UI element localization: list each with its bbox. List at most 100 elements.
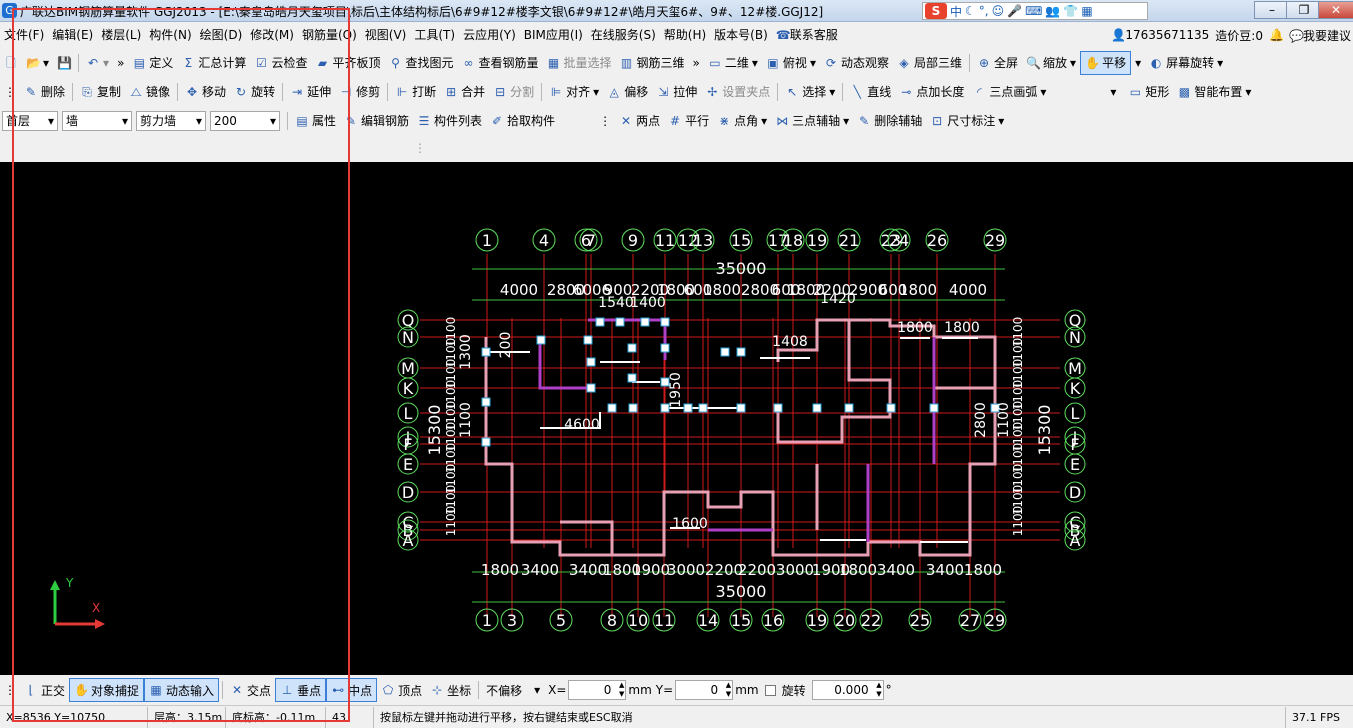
more-chevron-2[interactable]: »	[689, 51, 704, 75]
vertex-toggle[interactable]: ⬠ 顶点	[377, 678, 426, 702]
user-icon[interactable]: 👥	[1045, 4, 1060, 18]
menu-rebar-qty[interactable]: 钢筋量(Q)	[298, 22, 361, 48]
dim-dropdown[interactable]: ⊡ 尺寸标注 ▾	[926, 109, 1008, 133]
keyboard-icon[interactable]: ⌨	[1025, 4, 1042, 18]
view-rebar-button[interactable]: ∞ 查看钢筋量	[457, 51, 542, 75]
menu-tools[interactable]: 工具(T)	[410, 22, 459, 48]
offset-mode-select[interactable]: 不偏移 ▾	[482, 680, 545, 700]
rebar-3d-button[interactable]: ▥ 钢筋三维	[616, 51, 689, 75]
fullscreen-button[interactable]: ⊕ 全屏	[973, 51, 1022, 75]
mid-toggle[interactable]: ⊷ 中点	[326, 678, 378, 702]
ortho-toggle[interactable]: ⌊ 正交	[20, 678, 69, 702]
rect-button[interactable]: ▭ 矩形	[1124, 80, 1173, 104]
line-button[interactable]: ╲ 直线	[846, 80, 895, 104]
maximize-button[interactable]: ❐	[1286, 1, 1322, 19]
shape-select[interactable]: ▾	[1050, 81, 1121, 102]
spin-icon[interactable]: ▲ ▼	[726, 681, 731, 699]
floor-select[interactable]: 首层 ▾	[2, 110, 58, 131]
save-button[interactable]: 💾	[53, 51, 75, 75]
orbit-button[interactable]: ⟳ 动态观察	[820, 51, 893, 75]
rotate-screen-dropdown[interactable]: ◐ 屏幕旋转 ▾	[1145, 51, 1227, 75]
rotate-input[interactable]: 0.000 ▲ ▼	[811, 680, 884, 700]
batch-select-button[interactable]: ▦ 批量选择	[543, 51, 616, 75]
move-button[interactable]: ✥ 移动	[181, 80, 230, 104]
break-button[interactable]: ⊩ 打断	[391, 80, 440, 104]
menu-draw[interactable]: 绘图(D)	[196, 22, 247, 48]
y-input[interactable]: 0 ▲ ▼	[675, 680, 734, 700]
punct-icon[interactable]: °,	[979, 4, 989, 18]
menu-view[interactable]: 视图(V)	[361, 22, 411, 48]
suggest-link[interactable]: 💬我要建议	[1289, 27, 1351, 44]
flat-slab-button[interactable]: ▰ 平齐板顶	[311, 51, 384, 75]
floor-plan-svg[interactable]: 1 4 67 9 11 1213 15 1718 19 21 2324 26 291 3 5 8 10 11 14 1…	[0, 162, 1353, 675]
select-dropdown[interactable]: ↖ 选择 ▾	[781, 80, 839, 104]
offset-button[interactable]: ◬ 偏移	[603, 80, 652, 104]
point-angle-dropdown[interactable]: ⋇ 点角 ▾	[713, 109, 771, 133]
menu-component[interactable]: 构件(N)	[145, 22, 195, 48]
set-grip-button[interactable]: ✢ 设置夹点	[701, 80, 774, 104]
type-select[interactable]: 剪力墙 ▾	[136, 110, 206, 131]
cloud-check-button[interactable]: ☑ 云检查	[250, 51, 311, 75]
code-select[interactable]: 200 ▾	[210, 110, 280, 131]
find-element-button[interactable]: ⚲ 查找图元	[384, 51, 457, 75]
menu-edit[interactable]: 编辑(E)	[48, 22, 97, 48]
pan-dropdown[interactable]: ▾	[1131, 51, 1145, 75]
arc3-dropdown[interactable]: ◜ 三点画弧 ▾	[968, 80, 1050, 104]
user-account[interactable]: 👤17635671135	[1111, 28, 1209, 42]
zoom-dropdown[interactable]: 🔍 缩放 ▾	[1022, 51, 1080, 75]
trim-button[interactable]: ⊣ 修剪	[335, 80, 384, 104]
coord-toggle[interactable]: ⊹ 坐标	[426, 678, 475, 702]
mirror-button[interactable]: ⧍ 镜像	[125, 80, 174, 104]
moon-icon[interactable]: ☾	[965, 4, 976, 18]
calc-button[interactable]: Σ 汇总计算	[177, 51, 250, 75]
menu-bim[interactable]: BIM应用(I)	[520, 22, 587, 48]
new-file-button[interactable]: 🗋	[0, 51, 22, 75]
extend-button[interactable]: ⇥ 延伸	[286, 80, 335, 104]
split-button[interactable]: ⊟ 分割	[489, 80, 538, 104]
x-input[interactable]: 0 ▲ ▼	[568, 680, 627, 700]
stretch-button[interactable]: ⇲ 拉伸	[652, 80, 701, 104]
props-button[interactable]: ▤ 属性	[291, 109, 340, 133]
menu-cloud[interactable]: 云应用(Y)	[459, 22, 520, 48]
shirt-icon[interactable]: 👕	[1063, 4, 1078, 18]
menu-online[interactable]: 在线服务(S)	[587, 22, 660, 48]
merge-button[interactable]: ⊞ 合并	[440, 80, 489, 104]
smart-layout-dropdown[interactable]: ▩ 智能布置 ▾	[1173, 80, 1255, 104]
align-dropdown[interactable]: ⊫ 对齐 ▾	[545, 80, 603, 104]
open-file-button[interactable]: 📂 ▾	[22, 51, 53, 75]
perp-toggle[interactable]: ⊥ 垂点	[275, 678, 327, 702]
menu-support[interactable]: ☎联系客服	[772, 22, 842, 48]
pan-button[interactable]: ✋ 平移	[1080, 50, 1132, 75]
delete-button[interactable]: ✎ 删除	[20, 80, 69, 104]
top-view-dropdown[interactable]: ▣ 俯视 ▾	[762, 51, 820, 75]
pick-button[interactable]: ✐ 拾取构件	[486, 109, 559, 133]
spin-icon[interactable]: ▲ ▼	[876, 681, 881, 699]
emoji-icon[interactable]: ☺	[992, 4, 1005, 18]
close-button[interactable]: ✕	[1318, 1, 1353, 19]
menu-modify[interactable]: 修改(M)	[246, 22, 298, 48]
parallel-button[interactable]: # 平行	[664, 109, 713, 133]
copy-button[interactable]: ⎘ 复制	[76, 80, 125, 104]
snap-toggle[interactable]: ✋ 对象捕捉	[69, 678, 145, 702]
sogou-logo-icon[interactable]: S	[925, 3, 947, 19]
define-button[interactable]: ▤ 定义	[128, 51, 177, 75]
rotate-checkbox[interactable]	[764, 684, 776, 696]
del-aux-button[interactable]: ✎ 删除辅轴	[853, 109, 926, 133]
two-point-button[interactable]: ✕ 两点	[615, 109, 664, 133]
undo-button[interactable]: ↶ ▾	[82, 51, 113, 75]
view-2d-dropdown[interactable]: ▭ 二维 ▾	[704, 51, 762, 75]
bell-icon[interactable]: 🔔	[1269, 28, 1284, 42]
grid-icon[interactable]: ▦	[1081, 4, 1092, 18]
menu-help[interactable]: 帮助(H)	[660, 22, 710, 48]
aux3-dropdown[interactable]: ⋈ 三点辅轴 ▾	[771, 109, 853, 133]
ime-mode-label[interactable]: 中	[950, 3, 962, 20]
ime-toolbar[interactable]: S 中 ☾ °, ☺ 🎤 ⌨ 👥 👕 ▦	[922, 2, 1148, 20]
dyn-input-toggle[interactable]: ▦ 动态输入	[144, 678, 220, 702]
menu-version[interactable]: 版本号(B)	[710, 22, 772, 48]
spin-icon[interactable]: ▲ ▼	[619, 681, 624, 699]
comp-list-button[interactable]: ☰ 构件列表	[413, 109, 486, 133]
menu-floor[interactable]: 楼层(L)	[97, 22, 145, 48]
minimize-button[interactable]: –	[1254, 1, 1290, 19]
local-3d-button[interactable]: ◈ 局部三维	[893, 51, 966, 75]
rotate-button[interactable]: ↻ 旋转	[230, 80, 279, 104]
